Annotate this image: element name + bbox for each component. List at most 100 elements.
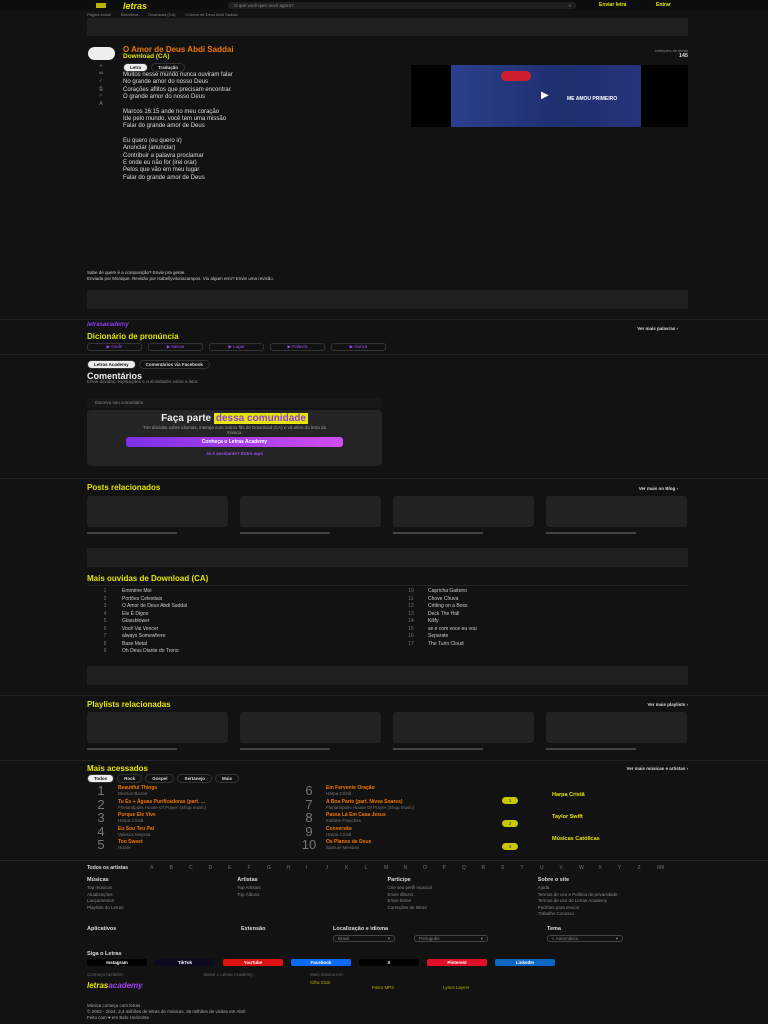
letter-link[interactable]: G <box>267 865 287 871</box>
social-instagram[interactable]: Instagram <box>87 959 147 966</box>
ranking-item[interactable]: 2 Tu És + Águas Purificadoras (part. ... F… <box>90 798 300 813</box>
song-artist[interactable]: Harpa Cristã <box>326 791 375 796</box>
font-icon[interactable]: ᴬᴬ <box>96 71 106 79</box>
letter-link[interactable]: Y <box>618 865 638 871</box>
more-blog-link[interactable]: Ver mais no Blog › <box>639 486 678 491</box>
ranking-item[interactable]: 3 Porque Ele Vive Harpa Cristã <box>90 811 300 826</box>
academy-cta-button[interactable]: Conheça o Letras Academy <box>126 437 343 447</box>
song-artist[interactable]: Fhelandpolis House Of Prayer (Shop music… <box>118 805 206 810</box>
song-row[interactable]: 8 Base Metal <box>96 641 396 649</box>
letter-link[interactable]: T <box>521 865 541 871</box>
artist-link[interactable]: Download (CA) <box>123 53 170 60</box>
social-tiktok[interactable]: TikTok <box>155 959 215 966</box>
song-row[interactable]: 13 Deck The Hall <box>402 611 702 619</box>
song-artist[interactable]: Valesca Mayssa <box>118 832 154 837</box>
tab-academy[interactable]: Letras Academy <box>87 360 136 369</box>
print-icon[interactable]: ⎙ <box>96 86 106 94</box>
card-thumbnail[interactable] <box>87 496 228 527</box>
footer-link[interactable]: Termos de uso e Política de privacidade <box>538 892 688 899</box>
more-songs-link[interactable]: Ver mais músicas e artistas › <box>626 766 688 771</box>
breadcrumb-item[interactable]: Download (CA) <box>148 12 175 17</box>
all-artists-link[interactable]: Todos os artistas <box>87 865 128 871</box>
card-thumbnail[interactable] <box>240 496 381 527</box>
login-link[interactable]: Entrar <box>656 2 671 8</box>
card-thumbnail[interactable] <box>393 712 534 743</box>
letter-link[interactable]: E <box>228 865 248 871</box>
letter-link[interactable]: X <box>599 865 619 871</box>
filter-todos[interactable]: Todos <box>87 774 115 783</box>
card-thumbnail[interactable] <box>546 712 687 743</box>
word-button[interactable]: ▶ Palavra <box>270 343 325 351</box>
song-row[interactable]: 7 always Somewhere <box>96 633 396 641</box>
song-row[interactable]: 5 Glassblower <box>96 618 396 626</box>
more-words-link[interactable]: Ver mais palavras › <box>637 326 678 331</box>
letter-link[interactable]: W <box>579 865 599 871</box>
letter-link[interactable]: Q <box>462 865 482 871</box>
card-thumbnail[interactable] <box>240 712 381 743</box>
footer-link[interactable]: Trabalhe Conosco <box>538 911 688 918</box>
add-icon[interactable]: + <box>96 63 106 71</box>
play-icon[interactable]: ▶ <box>541 90 549 101</box>
word-button[interactable]: ▶ Lugar <box>209 343 264 351</box>
ranking-item[interactable]: 6 Em Fervente Oração Harpa Cristã <box>298 784 498 799</box>
palcomp3-link[interactable]: Palco MP3 <box>372 985 394 992</box>
word-button[interactable]: ▶ Onde <box>87 343 142 351</box>
song-row[interactable]: 6 Você Vai Vencer <box>96 626 396 634</box>
song-title[interactable]: Eu Sou Teu Pai <box>118 826 154 832</box>
tab-facebook[interactable]: Comentários via Facebook <box>138 360 210 369</box>
song-row[interactable]: 3 O Amor de Deus Abdi Saddai <box>96 603 396 611</box>
footer-link[interactable]: Envie letras <box>388 898 538 905</box>
card-thumbnail[interactable] <box>87 712 228 743</box>
letter-link[interactable]: V <box>560 865 580 871</box>
letter-link[interactable]: M <box>384 865 404 871</box>
letter-link[interactable]: D <box>209 865 229 871</box>
lyricslayers-link[interactable]: Lyrics Layers <box>443 985 469 992</box>
song-row[interactable]: 14 Kilify <box>402 618 702 626</box>
comment-input[interactable]: Escreva seu comentário <box>87 398 382 408</box>
ranking-item[interactable]: 9 Conversão Harpa Cristã <box>298 825 498 840</box>
filter-mais[interactable]: Mais <box>214 774 239 783</box>
footer-link[interactable]: Top músicas <box>87 885 237 892</box>
song-title[interactable]: Conversão <box>326 826 352 832</box>
academy-footer-logo[interactable]: letrasacademy <box>87 981 143 990</box>
footer-link[interactable]: Correções de letras <box>388 905 538 912</box>
letter-link[interactable]: K <box>345 865 365 871</box>
song-row[interactable]: 12 Critting on a Boss <box>402 603 702 611</box>
check-icon[interactable]: ✓ <box>96 93 106 101</box>
song-artist[interactable]: Harpa Cristã <box>326 832 352 837</box>
filter-sertanejo[interactable]: Sertanejo <box>177 774 212 783</box>
song-row[interactable]: 1 Emmène Moi <box>96 588 396 596</box>
word-button[interactable]: ▶ Nunca <box>331 343 386 351</box>
letter-link[interactable]: A <box>150 865 170 871</box>
song-row[interactable]: 9 Oh Deus Diante do Trono <box>96 648 396 656</box>
artist-rank-item[interactable]: 3 Músicas Católicas <box>502 834 682 856</box>
letter-link[interactable]: L <box>365 865 385 871</box>
song-artist[interactable]: Benson Boone <box>118 791 157 796</box>
ranking-item[interactable]: 10 Os Planos de Deus Samuel Messias <box>298 838 498 853</box>
footer-link[interactable]: Termos de uso do Letras Academy <box>538 898 688 905</box>
letter-link[interactable]: C <box>189 865 209 871</box>
song-artist[interactable]: Hozier <box>118 845 143 850</box>
letter-link[interactable]: 0/9 <box>657 865 677 871</box>
song-row[interactable]: 15 se é com voce eu vou <box>402 626 702 634</box>
song-title[interactable]: A Boa Parte (part. Nívea Soares) <box>326 799 414 805</box>
social-youtube[interactable]: YouTube <box>223 959 283 966</box>
letter-link[interactable]: N <box>404 865 424 871</box>
song-artist[interactable]: Florianópolis House Of Prayer (Shop musi… <box>326 805 414 810</box>
song-row[interactable]: 17 The Turin Cloud <box>402 641 702 649</box>
letter-link[interactable]: H <box>287 865 307 871</box>
filter-rock[interactable]: Rock <box>117 774 143 783</box>
song-artist[interactable]: Kailane Frauches <box>326 818 386 823</box>
letter-link[interactable]: O <box>423 865 443 871</box>
letter-link[interactable]: U <box>540 865 560 871</box>
breadcrumb-item[interactable]: Eletrônica <box>121 12 139 17</box>
footer-link[interactable]: Playlists do Letras <box>87 905 237 912</box>
menu-icon[interactable] <box>96 3 106 8</box>
social-facebook[interactable]: Facebook <box>291 959 351 966</box>
artist-rank-item[interactable]: 2 Taylor Swift <box>502 812 682 834</box>
footer-link[interactable]: Atualizações <box>87 892 237 899</box>
country-select[interactable]: Brasil ▾ <box>333 935 395 942</box>
letter-link[interactable]: S <box>501 865 521 871</box>
letter-link[interactable]: P <box>443 865 463 871</box>
filter-gospel[interactable]: Gospel <box>145 774 175 783</box>
